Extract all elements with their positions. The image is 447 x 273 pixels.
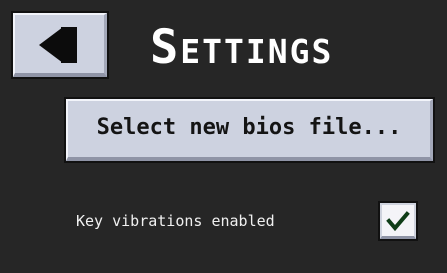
key-vibrations-checkbox[interactable] bbox=[380, 203, 416, 239]
select-bios-file-button[interactable]: Select new bios file... bbox=[66, 99, 433, 161]
key-vibrations-label: Key vibrations enabled bbox=[76, 212, 275, 230]
back-button[interactable] bbox=[13, 13, 107, 77]
back-arrow-icon bbox=[39, 27, 81, 67]
checkmark-icon bbox=[386, 209, 410, 237]
page-title: Settings bbox=[150, 20, 334, 75]
